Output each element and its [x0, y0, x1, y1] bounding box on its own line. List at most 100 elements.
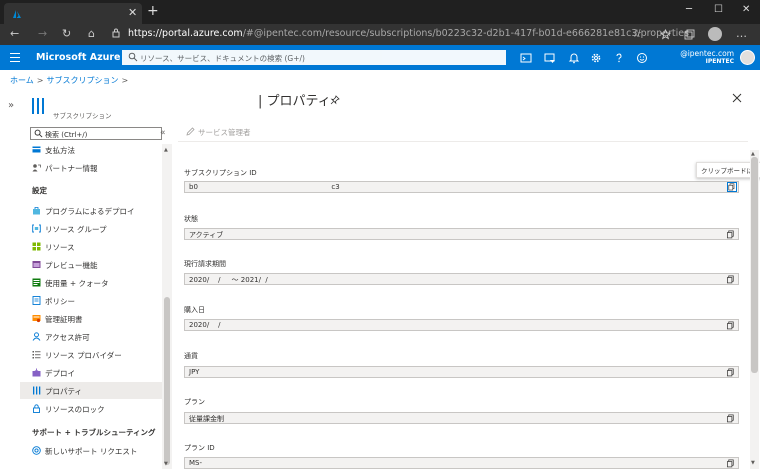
directory-filter-icon[interactable] [544, 52, 556, 64]
copy-icon[interactable] [726, 230, 736, 239]
menu-item-resources[interactable]: リソース [20, 238, 162, 255]
minimize-button[interactable]: ─ [686, 4, 692, 16]
menu-item-access-permissions[interactable]: アクセス許可 [20, 328, 162, 345]
scroll-down-arrow-icon[interactable]: ▼ [164, 461, 168, 467]
grid-icon [32, 242, 41, 251]
menu-scrollbar-thumb[interactable] [164, 297, 170, 465]
copy-icon[interactable] [726, 321, 736, 330]
global-search-input[interactable]: リソース、サービス、ドキュメントの検索 (G+/) [122, 50, 506, 65]
browser-tab[interactable]: ✕ [4, 3, 142, 24]
field-value: 2020/ / ～ 2021/ / [189, 276, 268, 284]
breadcrumb-home[interactable]: ホーム [10, 76, 34, 85]
menu-item-programmatic-deploy[interactable]: プログラムによるデプロイ [20, 202, 162, 219]
account-avatar[interactable] [740, 50, 755, 65]
field-purchase-date[interactable]: 2020/ / [184, 319, 739, 331]
menu-item-management-certificates[interactable]: 管理証明書 [20, 310, 162, 327]
tab-close-icon[interactable]: ✕ [128, 7, 137, 19]
reload-button[interactable]: ↻ [62, 27, 71, 41]
menu-item-label: リソース プロバイダー [45, 351, 122, 360]
service-admin-label: サービス管理者 [198, 128, 251, 137]
menu-item-policy[interactable]: ポリシー [20, 292, 162, 309]
field-value: b0 c3 [189, 183, 340, 191]
address-bar-row: ← → ↻ ⌂ https://portal.azure.com/#@ipent… [0, 24, 760, 45]
field-currency[interactable]: JPY [184, 366, 739, 378]
forward-button[interactable]: → [38, 27, 47, 41]
field-billing-period[interactable]: 2020/ / ～ 2021/ / [184, 273, 739, 285]
menu-item-resource-groups[interactable]: リソース グループ [20, 220, 162, 237]
field-plan[interactable]: 従量課金制 [184, 412, 739, 424]
window-close-button[interactable]: ✕ [742, 4, 750, 16]
field-value: 2020/ / [189, 321, 221, 329]
resource-group-icon [32, 224, 41, 233]
copy-icon[interactable] [726, 459, 736, 468]
cloud-shell-icon[interactable] [520, 52, 532, 64]
help-icon[interactable] [613, 52, 625, 64]
bag-icon [33, 207, 40, 215]
more-menu-icon[interactable]: … [736, 27, 747, 41]
menu-item-properties[interactable]: プロパティ [20, 382, 162, 399]
azure-top-bar: Microsoft Azure リソース、サービス、ドキュメントの検索 (G+/… [0, 45, 760, 70]
menu-item-resource-locks[interactable]: リソースのロック [20, 400, 162, 417]
menu-item-payment-method[interactable]: 支払方法 [20, 141, 162, 158]
usage-icon [32, 278, 41, 287]
maximize-button[interactable]: ☐ [714, 4, 723, 16]
hamburger-menu-icon[interactable] [10, 53, 20, 62]
copy-icon[interactable] [726, 368, 736, 377]
breadcrumb: ホーム > サブスクリプション > [10, 75, 131, 86]
breadcrumb-subscriptions[interactable]: サブスクリプション [46, 76, 118, 85]
field-plan-id[interactable]: MS- [184, 457, 739, 469]
account-info[interactable]: @ipentec.com IPENTEC [680, 50, 734, 66]
menu-item-label: プロパティ [45, 387, 83, 396]
copy-icon[interactable] [727, 182, 737, 192]
field-subscription-id[interactable]: b0 c3 [184, 181, 739, 193]
field-value: アクティブ [189, 231, 224, 239]
new-tab-button[interactable]: + [147, 3, 159, 19]
copy-icon[interactable] [726, 275, 736, 284]
menu-item-usage-quotas[interactable]: 使用量 + クォータ [20, 274, 162, 291]
resource-menu: サブスクリプション 検索 (Ctrl+/) « 支払方法 パートナー情報 設定 … [20, 92, 172, 469]
service-admin-button[interactable]: サービス管理者 [186, 127, 251, 138]
menu-item-label: ポリシー [45, 297, 75, 306]
scroll-up-arrow-icon[interactable]: ▲ [164, 147, 168, 153]
bell-icon[interactable] [568, 52, 580, 64]
scroll-down-arrow-icon[interactable]: ▼ [751, 460, 755, 466]
menu-item-label: 新しいサポート リクエスト [45, 447, 138, 456]
section-support: サポート + トラブルシューティング [32, 428, 156, 437]
subscription-key-icon [32, 98, 46, 116]
collapse-menu-button[interactable]: « [160, 128, 166, 138]
menu-item-label: リソース [45, 243, 75, 252]
browser-profile-avatar[interactable] [708, 27, 722, 41]
close-icon[interactable] [732, 93, 742, 103]
menu-item-label: リソースのロック [45, 405, 105, 414]
favorite-star-icon[interactable]: ☆ [632, 27, 642, 41]
field-value: JPY [189, 368, 200, 376]
content-scrollbar-thumb[interactable] [751, 157, 758, 373]
search-icon [34, 129, 43, 138]
favorites-bar-icon[interactable] [660, 29, 671, 40]
resource-type-label: サブスクリプション [53, 112, 112, 120]
brand-name[interactable]: Microsoft Azure [36, 52, 121, 63]
menu-item-deployments[interactable]: デプロイ [20, 364, 162, 381]
scroll-up-arrow-icon[interactable]: ▲ [751, 151, 755, 157]
copy-icon[interactable] [726, 414, 736, 423]
menu-search-input[interactable]: 検索 (Ctrl+/) [30, 127, 162, 140]
field-label-plan-id: プラン ID [184, 444, 215, 452]
menu-item-partner-info[interactable]: パートナー情報 [20, 159, 162, 176]
feedback-icon[interactable] [636, 52, 648, 64]
gear-icon[interactable] [590, 52, 602, 64]
menu-item-resource-providers[interactable]: リソース プロバイダー [20, 346, 162, 363]
home-button[interactable]: ⌂ [88, 27, 95, 41]
back-button[interactable]: ← [10, 27, 19, 41]
field-value: MS- [189, 459, 203, 467]
deploy-icon [32, 368, 41, 377]
edit-pencil-icon [186, 127, 195, 136]
field-status[interactable]: アクティブ [184, 228, 739, 240]
pin-icon[interactable] [330, 95, 340, 105]
browser-tab-strip: ✕ + ─ ☐ ✕ [0, 0, 760, 24]
collections-icon[interactable] [684, 29, 695, 40]
menu-item-label: リソース グループ [45, 225, 107, 234]
menu-item-label: デプロイ [45, 369, 75, 378]
menu-item-new-support-request[interactable]: 新しいサポート リクエスト [20, 442, 162, 459]
menu-item-preview-features[interactable]: プレビュー機能 [20, 256, 162, 273]
expand-menu-button[interactable]: » [8, 100, 14, 111]
